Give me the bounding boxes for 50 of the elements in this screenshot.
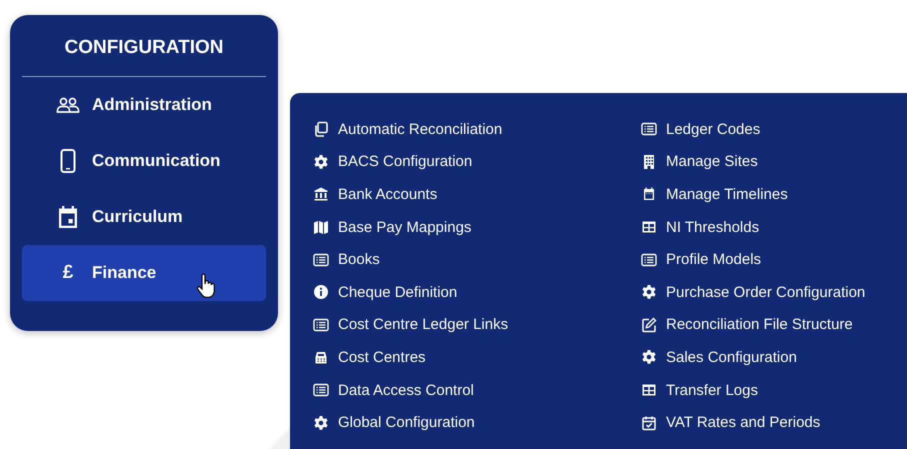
submenu-link[interactable]: BACS Configuration xyxy=(313,146,472,178)
pen-square-icon xyxy=(641,316,657,333)
cash-register-icon xyxy=(313,349,329,366)
submenu-link[interactable]: NI Thresholds xyxy=(641,210,760,244)
submenu-link[interactable]: Bank Accounts xyxy=(313,178,438,211)
gear-icon xyxy=(641,284,657,300)
building-icon xyxy=(641,154,657,170)
submenu-link[interactable]: Base Pay Mappings xyxy=(313,210,472,244)
submenu-link[interactable]: Manage Timelines xyxy=(641,178,788,211)
menu-title: CONFIGURATION xyxy=(64,37,224,59)
submenu-link[interactable]: Automatic Reconciliation xyxy=(313,113,502,146)
gear-icon xyxy=(313,414,329,431)
menu-item[interactable]: £ Finance xyxy=(22,245,266,301)
submenu-link[interactable]: Sales Configuration xyxy=(641,341,797,374)
map-icon xyxy=(313,219,329,236)
submenu-link[interactable]: Cheque Definition xyxy=(313,276,458,309)
submenu-link[interactable]: Ledger Codes xyxy=(641,113,760,146)
hand-cursor-icon xyxy=(196,273,216,299)
gear-icon xyxy=(641,349,657,366)
phone-icon xyxy=(60,149,76,173)
list-icon xyxy=(641,252,657,268)
list-icon xyxy=(313,382,329,398)
submenu-link[interactable]: Cost Centre Ledger Links xyxy=(313,308,508,342)
gear-icon xyxy=(313,154,329,170)
pound-icon: £ xyxy=(62,262,74,284)
people-icon xyxy=(56,97,80,113)
calendar-icon xyxy=(58,206,78,228)
table-icon xyxy=(641,382,657,398)
submenu-link[interactable]: Books xyxy=(313,243,380,276)
submenu-link[interactable]: Data Access Control xyxy=(313,374,474,406)
calendar-icon xyxy=(641,186,657,202)
menu-item[interactable]: Curriculum xyxy=(22,189,266,245)
calendar-check-icon xyxy=(641,414,657,431)
submenu-link[interactable]: Profile Models xyxy=(641,243,762,276)
submenu-link[interactable]: VAT Rates and Periods xyxy=(641,406,820,439)
list-icon xyxy=(313,316,329,333)
menu-item[interactable]: Communication xyxy=(22,133,266,189)
submenu-link[interactable]: Cost Centres xyxy=(313,341,426,374)
bank-icon xyxy=(313,186,329,202)
copy-icon xyxy=(313,121,329,138)
submenu-link[interactable]: Purchase Order Configuration xyxy=(641,276,866,309)
submenu-link[interactable]: Global Configuration xyxy=(313,406,475,439)
table-icon xyxy=(641,219,657,236)
submenu-link[interactable]: Reconciliation File Structure xyxy=(641,308,853,342)
list-icon xyxy=(313,252,329,268)
info-icon xyxy=(313,284,329,300)
submenu-link[interactable]: Manage Sites xyxy=(641,146,758,178)
menu-item[interactable]: Administration xyxy=(22,77,266,133)
submenu-link[interactable]: Transfer Logs xyxy=(641,374,758,406)
list-icon xyxy=(641,121,657,138)
